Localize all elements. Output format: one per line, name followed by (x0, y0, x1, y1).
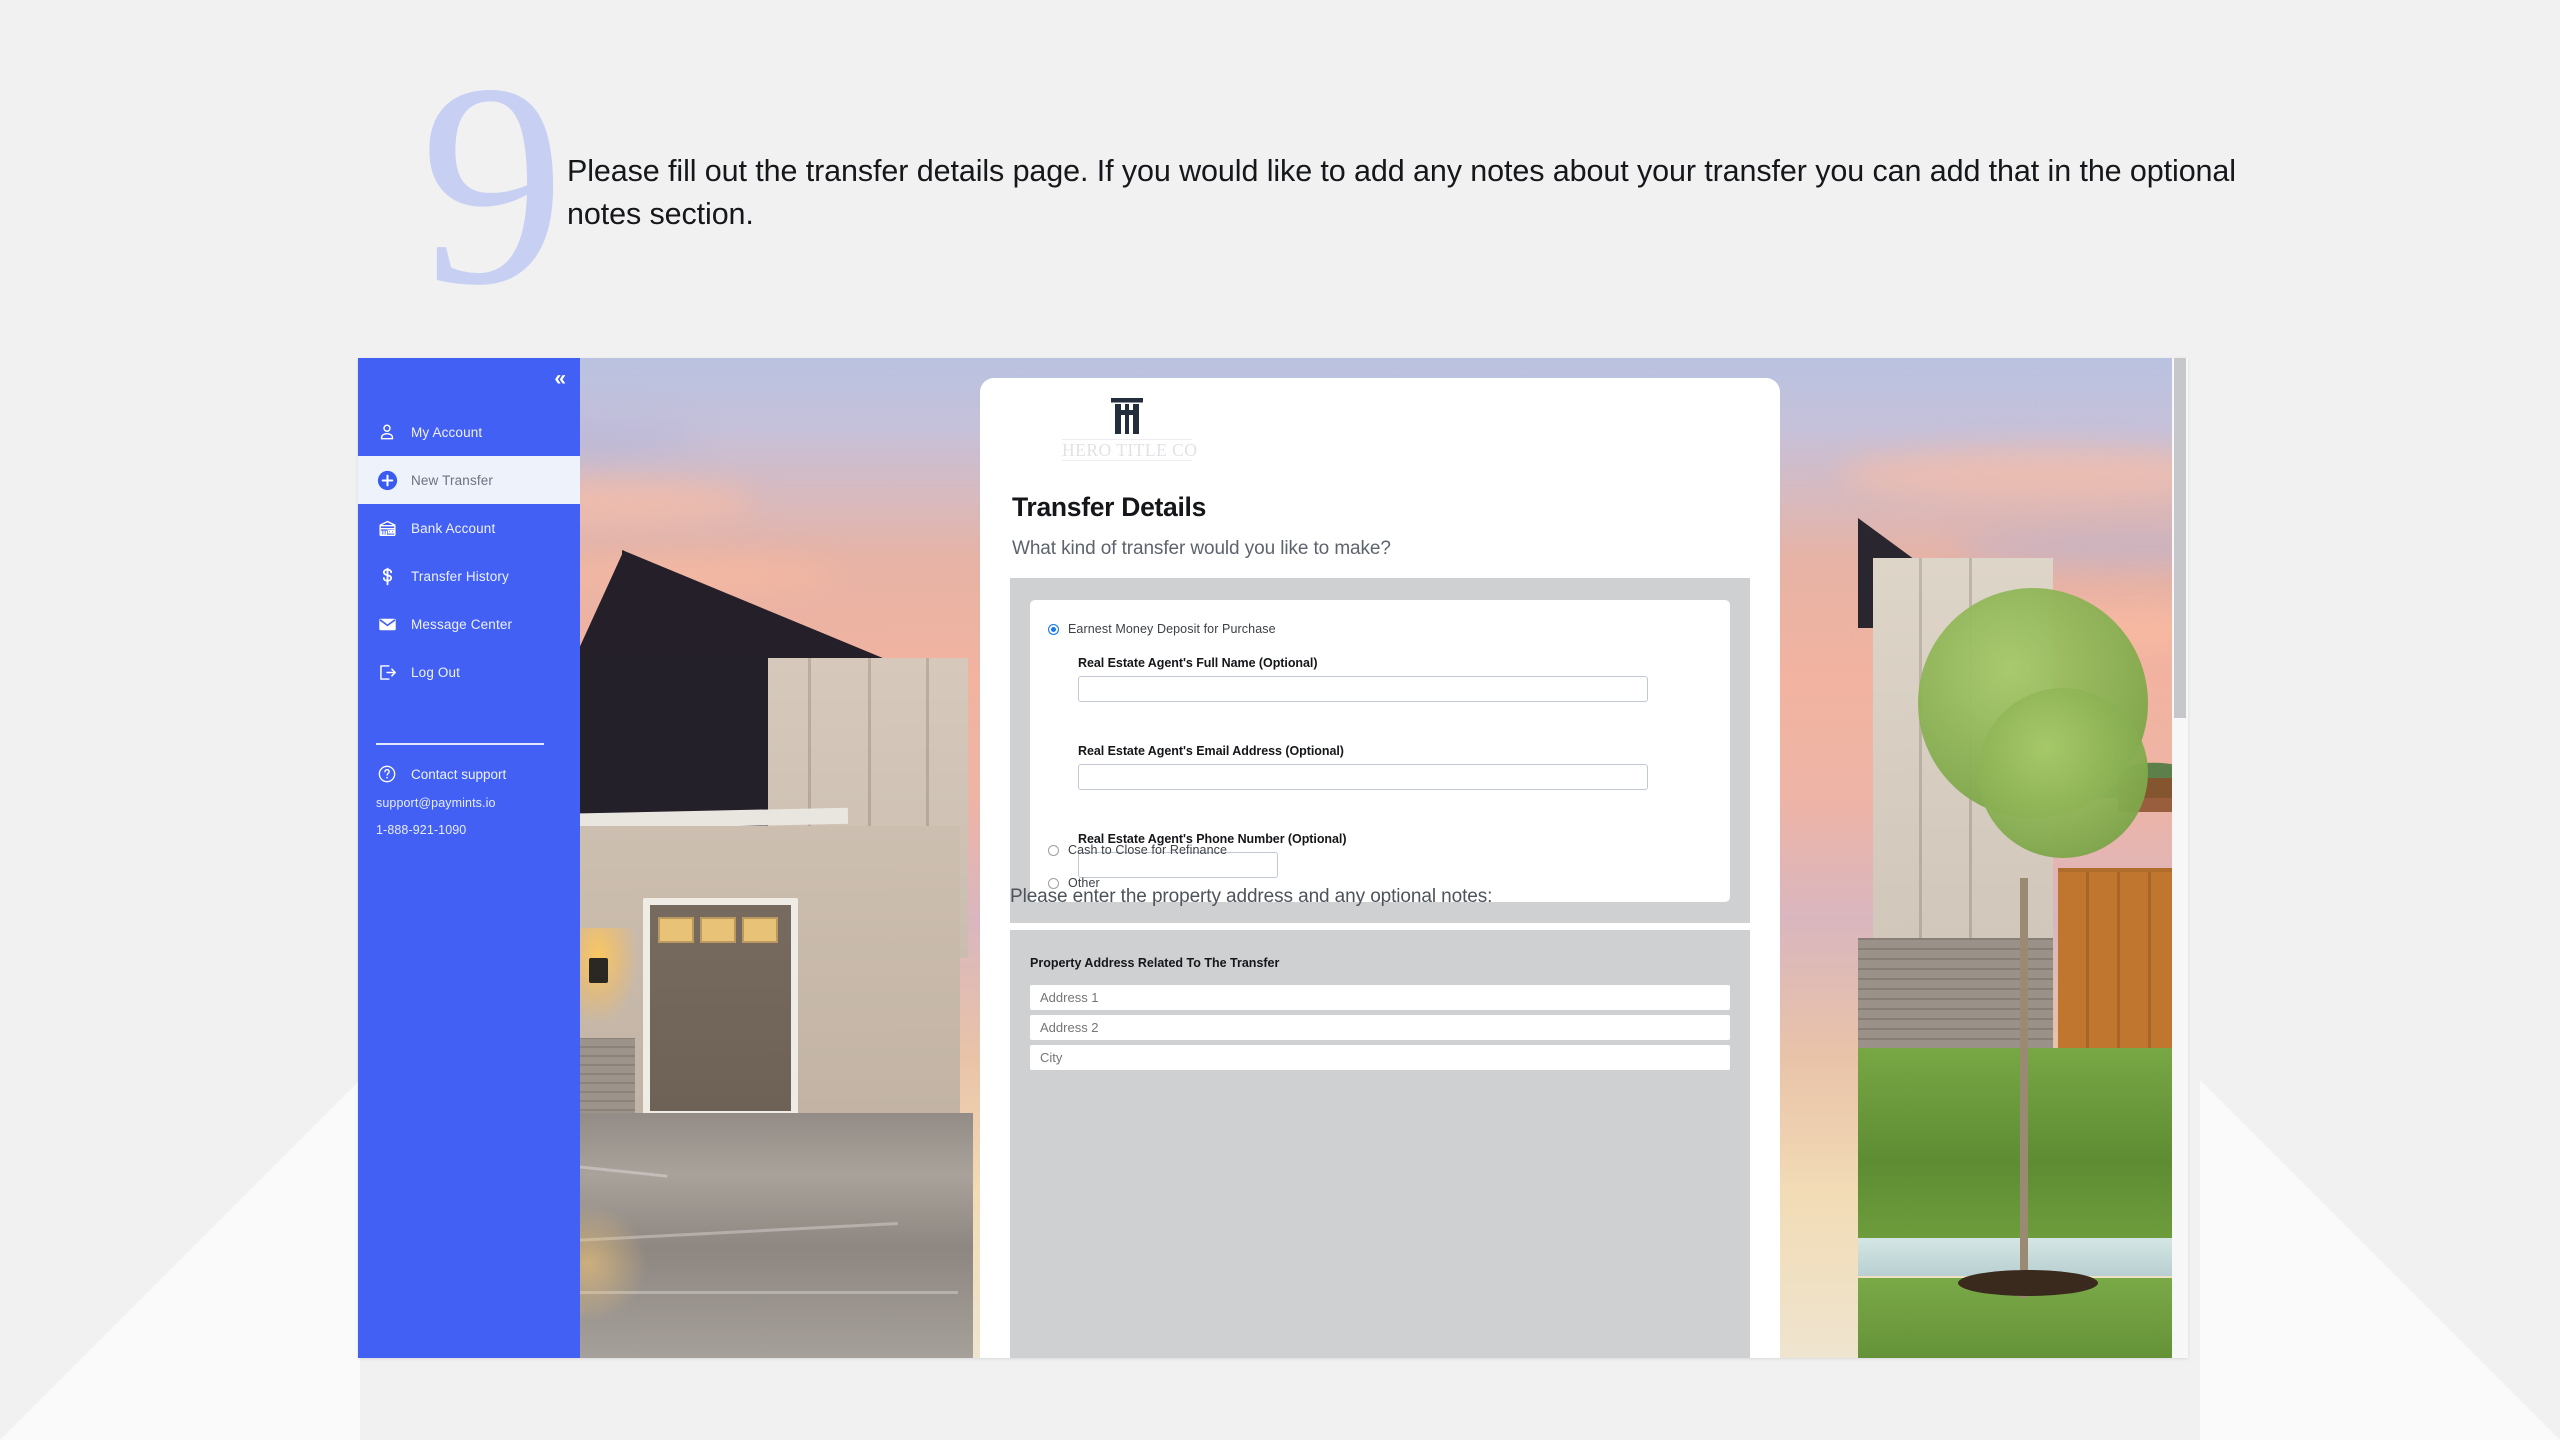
sidebar-item-bank-account[interactable]: Bank Account (358, 504, 580, 552)
app-scrollbar[interactable] (2172, 358, 2188, 1358)
address-section-heading: Please enter the property address and an… (1010, 886, 1493, 907)
sidebar-item-label: Transfer History (411, 568, 509, 584)
sidebar-nav: My Account New Transfer Bank Account Tra… (358, 408, 580, 696)
step-number: 9 (420, 24, 565, 345)
user-icon (376, 421, 398, 443)
sidebar-item-new-transfer[interactable]: New Transfer (358, 456, 580, 504)
question-circle-icon (376, 763, 398, 785)
sidebar-item-label: My Account (411, 424, 483, 440)
garage-door-right (643, 898, 798, 1118)
dollar-icon (376, 565, 398, 587)
address-line-1-input[interactable] (1030, 985, 1730, 1010)
address-line-2-input[interactable] (1030, 1015, 1730, 1040)
tree-trunk (2020, 878, 2028, 1298)
agent-email-input[interactable] (1078, 764, 1648, 790)
porch-light (589, 958, 608, 983)
support-phone[interactable]: 1-888-921-1090 (358, 817, 580, 844)
sidebar-divider (376, 743, 544, 745)
sidebar-item-label: New Transfer (411, 472, 494, 488)
app-window-screenshot: « My Account New Transfer Bank Account T… (358, 358, 2188, 1358)
address-section-title: Property Address Related To The Transfer (1030, 956, 1280, 970)
envelope-icon (376, 613, 398, 635)
plus-circle-icon (376, 469, 398, 491)
radio-cash-to-close[interactable]: Cash to Close for Refinance (1048, 843, 1227, 857)
contact-support-button[interactable]: Contact support (358, 758, 580, 790)
tree-mulch-ring (1958, 1270, 2098, 1296)
field-label: Real Estate Agent's Email Address (Optio… (1078, 744, 1344, 758)
transfer-type-question: What kind of transfer would you like to … (1012, 538, 1391, 559)
stone-veneer (573, 1038, 635, 1118)
brand-logo: HERO TITLE CO (1062, 396, 1198, 462)
page-root: 9 Please fill out the transfer details p… (0, 0, 2560, 1440)
logout-icon (376, 661, 398, 683)
radio-button-icon[interactable] (1048, 623, 1059, 635)
transfer-type-options: Earnest Money Deposit for Purchase Real … (1030, 600, 1730, 902)
brand-name: HERO TITLE CO (1062, 439, 1198, 462)
sidebar-item-label: Log Out (411, 664, 461, 680)
sidebar: « My Account New Transfer Bank Account T… (358, 358, 580, 1358)
agent-full-name-input[interactable] (1078, 676, 1648, 702)
sidebar-item-transfer-history[interactable]: Transfer History (358, 552, 580, 600)
sidebar-support-block: Contact support support@paymints.io 1-88… (358, 758, 580, 844)
radio-label: Earnest Money Deposit for Purchase (1068, 622, 1276, 636)
background-wedge-left (0, 1080, 360, 1440)
sidebar-item-label: Bank Account (411, 520, 496, 536)
sidebar-item-label: Message Center (411, 616, 513, 632)
bank-icon (376, 517, 398, 539)
sidebar-item-my-account[interactable]: My Account (358, 408, 580, 456)
field-label: Real Estate Agent's Full Name (Optional) (1078, 656, 1318, 670)
agent-full-name-field: Real Estate Agent's Full Name (Optional) (1078, 656, 1648, 702)
sidebar-item-message-center[interactable]: Message Center (358, 600, 580, 648)
tree-canopy (1978, 688, 2148, 858)
city-input[interactable] (1030, 1045, 1730, 1070)
transfer-details-card: HERO TITLE CO Transfer Details What kind… (980, 378, 1780, 1358)
hero-title-monogram-icon (1111, 398, 1143, 434)
collapse-sidebar-icon[interactable]: « (554, 368, 566, 389)
background-wedge-right (2200, 1080, 2560, 1440)
support-email[interactable]: support@paymints.io (358, 790, 580, 817)
contact-support-label: Contact support (411, 766, 507, 782)
wooden-privacy-fence (2058, 868, 2188, 1068)
sidebar-item-log-out[interactable]: Log Out (358, 648, 580, 696)
step-instruction-text: Please fill out the transfer details pag… (567, 154, 2236, 232)
app-scrollbar-thumb[interactable] (2174, 358, 2186, 718)
radio-label: Cash to Close for Refinance (1068, 843, 1228, 857)
agent-email-field: Real Estate Agent's Email Address (Optio… (1078, 744, 1648, 790)
radio-button-icon[interactable] (1048, 844, 1059, 856)
radio-earnest-money-deposit[interactable]: Earnest Money Deposit for Purchase (1048, 622, 1276, 636)
page-title: Transfer Details (1012, 492, 1207, 522)
step-header: 9 Please fill out the transfer details p… (0, 0, 2560, 340)
